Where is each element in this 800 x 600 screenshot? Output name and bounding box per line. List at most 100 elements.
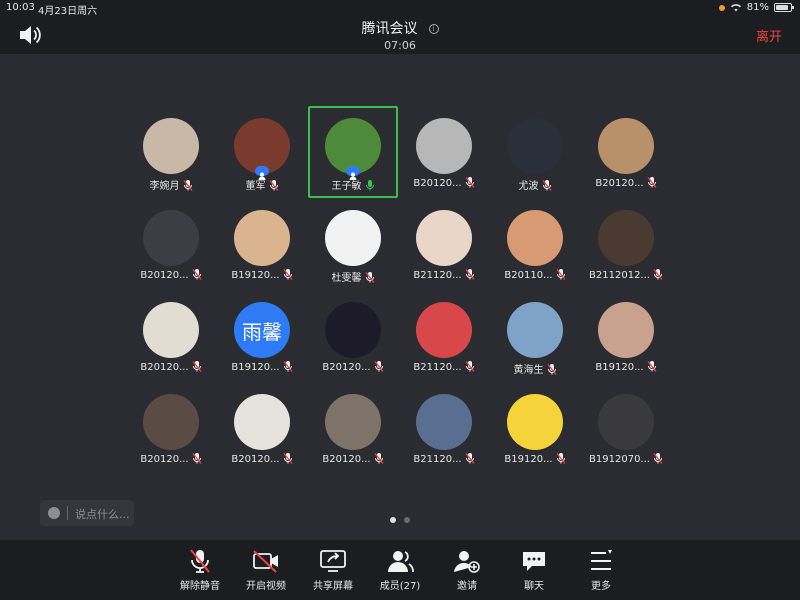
- chat-button[interactable]: 聊天: [504, 548, 564, 596]
- mic-muted-icon: [182, 180, 193, 191]
- avatar: [416, 302, 472, 358]
- mic-muted-icon: [556, 453, 566, 464]
- share-screen-button[interactable]: 共享屏幕: [303, 548, 363, 596]
- battery-icon: [774, 3, 794, 12]
- mic-muted-icon: [268, 180, 279, 191]
- participant-tile[interactable]: 雨馨 B19120...: [217, 290, 307, 382]
- members-button[interactable]: 成员(27): [370, 548, 430, 596]
- meeting-header: 腾讯会议 i 07:06 离开: [0, 16, 800, 54]
- participant-tile[interactable]: 董军: [217, 106, 307, 198]
- members-icon: [388, 551, 414, 573]
- participant-tile[interactable]: B20120...: [399, 106, 489, 198]
- mic-muted-icon: [647, 361, 657, 372]
- participant-tile[interactable]: B20120...: [126, 198, 216, 290]
- participant-name: B19120...: [231, 270, 280, 281]
- participant-name-row: 李婉月: [126, 177, 216, 192]
- avatar: 雨馨: [234, 302, 290, 358]
- participant-tile[interactable]: B21120...: [399, 382, 489, 474]
- info-icon[interactable]: i: [428, 24, 439, 34]
- mic-muted-icon: [556, 269, 566, 280]
- camera-off-icon: [253, 550, 278, 573]
- participant-name-row: B20110...: [490, 269, 580, 281]
- avatar: [234, 394, 290, 450]
- page-indicator: [390, 517, 410, 523]
- avatar: [507, 118, 563, 174]
- participant-name: B20120...: [140, 362, 189, 373]
- participant-tile[interactable]: B19120...: [581, 290, 671, 382]
- participant-name-row: B21120...: [399, 453, 489, 465]
- participant-tile[interactable]: B20120...: [581, 106, 671, 198]
- unmute-button[interactable]: 解除静音: [170, 548, 230, 596]
- avatar: [507, 394, 563, 450]
- participant-tile[interactable]: B21120...: [399, 198, 489, 290]
- mic-muted-icon: [465, 177, 475, 188]
- participant-name-row: B19120...: [217, 361, 307, 373]
- mic-muted-icon: [192, 453, 202, 464]
- avatar: [507, 302, 563, 358]
- participant-tile[interactable]: 尤波: [490, 106, 580, 198]
- participant-name: B21120...: [413, 454, 462, 465]
- invite-button[interactable]: 邀请: [437, 548, 497, 596]
- mic-muted-icon: [465, 269, 475, 280]
- mic-muted-icon: [647, 177, 657, 188]
- participant-name-row: B19120...: [217, 269, 307, 281]
- participant-name-row: B20120...: [126, 453, 216, 465]
- participant-name: 尤波: [518, 181, 539, 192]
- participant-tile[interactable]: B19120...: [217, 198, 307, 290]
- more-button[interactable]: 更多: [571, 548, 631, 596]
- participant-name-row: B21120...: [399, 269, 489, 281]
- avatar: [598, 302, 654, 358]
- share-screen-icon: [320, 550, 346, 572]
- participant-tile[interactable]: B21120...: [399, 290, 489, 382]
- participant-tile[interactable]: B20120...: [308, 290, 398, 382]
- participant-tile[interactable]: 王子敏: [308, 106, 398, 198]
- participant-tile[interactable]: B20110...: [490, 198, 580, 290]
- avatar: [143, 118, 199, 174]
- share-label: 共享屏幕: [313, 581, 353, 592]
- avatar: [143, 302, 199, 358]
- avatar: [234, 210, 290, 266]
- participant-name-row: 王子敏: [310, 177, 396, 192]
- mic-muted-icon: [653, 453, 663, 464]
- participant-tile[interactable]: B19120...: [490, 382, 580, 474]
- meeting-title: 腾讯会议: [361, 21, 418, 37]
- page-dot-1[interactable]: [390, 517, 396, 523]
- battery-percent: 81%: [746, 2, 769, 13]
- participant-name-row: B19120...: [490, 453, 580, 465]
- mic-muted-icon: [364, 272, 375, 283]
- avatar: [416, 394, 472, 450]
- participant-name: 杜雯馨: [331, 273, 362, 284]
- participant-name-row: B20120...: [308, 453, 398, 465]
- meeting-duration: 07:06: [384, 39, 416, 52]
- start-video-button[interactable]: 开启视频: [236, 548, 296, 596]
- participant-tile[interactable]: B20120...: [308, 382, 398, 474]
- participant-tile[interactable]: 李婉月: [126, 106, 216, 198]
- mic-muted-icon: [283, 453, 293, 464]
- participant-tile[interactable]: B2112012...: [581, 198, 671, 290]
- participant-tile[interactable]: B20120...: [217, 382, 307, 474]
- unmute-label: 解除静音: [180, 581, 220, 592]
- title-wrap: 腾讯会议 i 07:06: [0, 18, 800, 52]
- participant-name-row: B20120...: [217, 453, 307, 465]
- page-dot-2[interactable]: [404, 517, 410, 523]
- leave-button[interactable]: 离开: [756, 26, 782, 45]
- participant-name: 黄海生: [513, 365, 544, 376]
- participant-tile[interactable]: B20120...: [126, 290, 216, 382]
- participant-name-row: 杜雯馨: [308, 269, 398, 284]
- participant-tile[interactable]: 黄海生: [490, 290, 580, 382]
- orange-dot-icon: [718, 4, 725, 11]
- participant-name-row: 尤波: [490, 177, 580, 192]
- mic-muted-icon: [374, 453, 384, 464]
- comment-input[interactable]: 说点什么...: [40, 500, 134, 526]
- participant-name-row: B2112012...: [581, 269, 671, 281]
- host-badge-icon: [255, 166, 269, 180]
- participant-tile[interactable]: B1912070...: [581, 382, 671, 474]
- participant-name: B21120...: [413, 270, 462, 281]
- participant-name-row: B1912070...: [581, 453, 671, 465]
- participant-name: B20120...: [595, 178, 644, 189]
- participant-tile[interactable]: B20120...: [126, 382, 216, 474]
- emoji-icon[interactable]: [48, 507, 60, 519]
- participant-name: B20110...: [504, 270, 553, 281]
- participant-tile[interactable]: 杜雯馨: [308, 198, 398, 290]
- mic-muted-icon: [192, 269, 202, 280]
